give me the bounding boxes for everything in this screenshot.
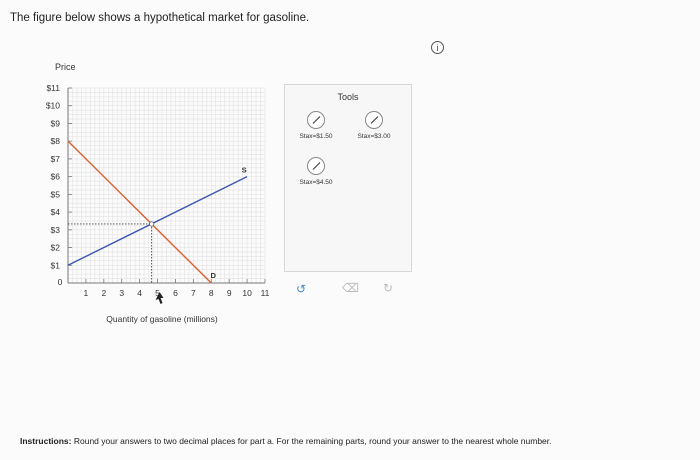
y-tick-label: $11 xyxy=(46,83,60,93)
y-tick-label: $8 xyxy=(51,136,61,146)
y-tick-label: $4 xyxy=(51,207,61,217)
y-tick-label: $1 xyxy=(51,260,61,270)
x-tick-label: 8 xyxy=(209,288,214,298)
tool-stax-3-00[interactable]: Stax=$3.00 xyxy=(345,111,403,140)
line-tool-icon[interactable] xyxy=(307,157,325,175)
x-tick-label: 2 xyxy=(101,288,106,298)
x-tick-label: 9 xyxy=(227,288,232,298)
equilibrium-point xyxy=(149,221,155,227)
y-tick-label: $6 xyxy=(51,172,61,182)
x-tick-label: 3 xyxy=(119,288,124,298)
line-tool-icon[interactable] xyxy=(307,111,325,129)
tool-stax-1-50[interactable]: Stax=$1.50 xyxy=(287,111,345,140)
y-axis-label: Price xyxy=(55,62,76,72)
erase-icon[interactable]: ⌫ xyxy=(342,281,359,295)
y-tick-label: $3 xyxy=(51,225,61,235)
x-tick-label: 6 xyxy=(173,288,178,298)
x-tick-label: 0 xyxy=(58,277,63,287)
y-tick-label: $5 xyxy=(51,189,61,199)
y-tick-label: $7 xyxy=(51,154,61,164)
instructions-label: Instructions: xyxy=(20,436,72,446)
y-tick-label: $10 xyxy=(46,101,60,111)
x-tick-label: 10 xyxy=(242,288,252,298)
x-axis-label: Quantity of gasoline (millions) xyxy=(106,314,218,324)
redo-icon[interactable]: ↻ xyxy=(383,281,393,295)
line-tool-icon[interactable] xyxy=(365,111,383,129)
undo-icon[interactable]: ↺ xyxy=(296,282,306,296)
tool-label-stax-4-50: Stax=$4.50 xyxy=(299,179,333,186)
tool-label-stax-1-50: Stax=$1.50 xyxy=(299,133,333,140)
instructions: Instructions: Round your answers to two … xyxy=(20,436,680,447)
y-tick-label: $2 xyxy=(51,243,61,253)
tool-stax-4-50[interactable]: Stax=$4.50 xyxy=(287,157,345,186)
x-tick-label: 11 xyxy=(261,288,270,298)
tool-label-stax-3-00: Stax=$3.00 xyxy=(357,133,391,140)
tools-panel: Tools Stax=$1.50 Stax=$3.00 Stax=$4.50 xyxy=(284,84,412,272)
y-tick-label: $9 xyxy=(51,118,61,128)
x-tick-label: 4 xyxy=(137,288,142,298)
grid xyxy=(67,87,266,284)
tools-title: Tools xyxy=(337,92,359,102)
series-label-s: S xyxy=(242,166,247,175)
x-tick-label: 7 xyxy=(191,288,196,298)
x-tick-label: 1 xyxy=(84,288,89,298)
instructions-text: Round your answers to two decimal places… xyxy=(71,436,552,446)
series-label-d: D xyxy=(211,271,217,280)
